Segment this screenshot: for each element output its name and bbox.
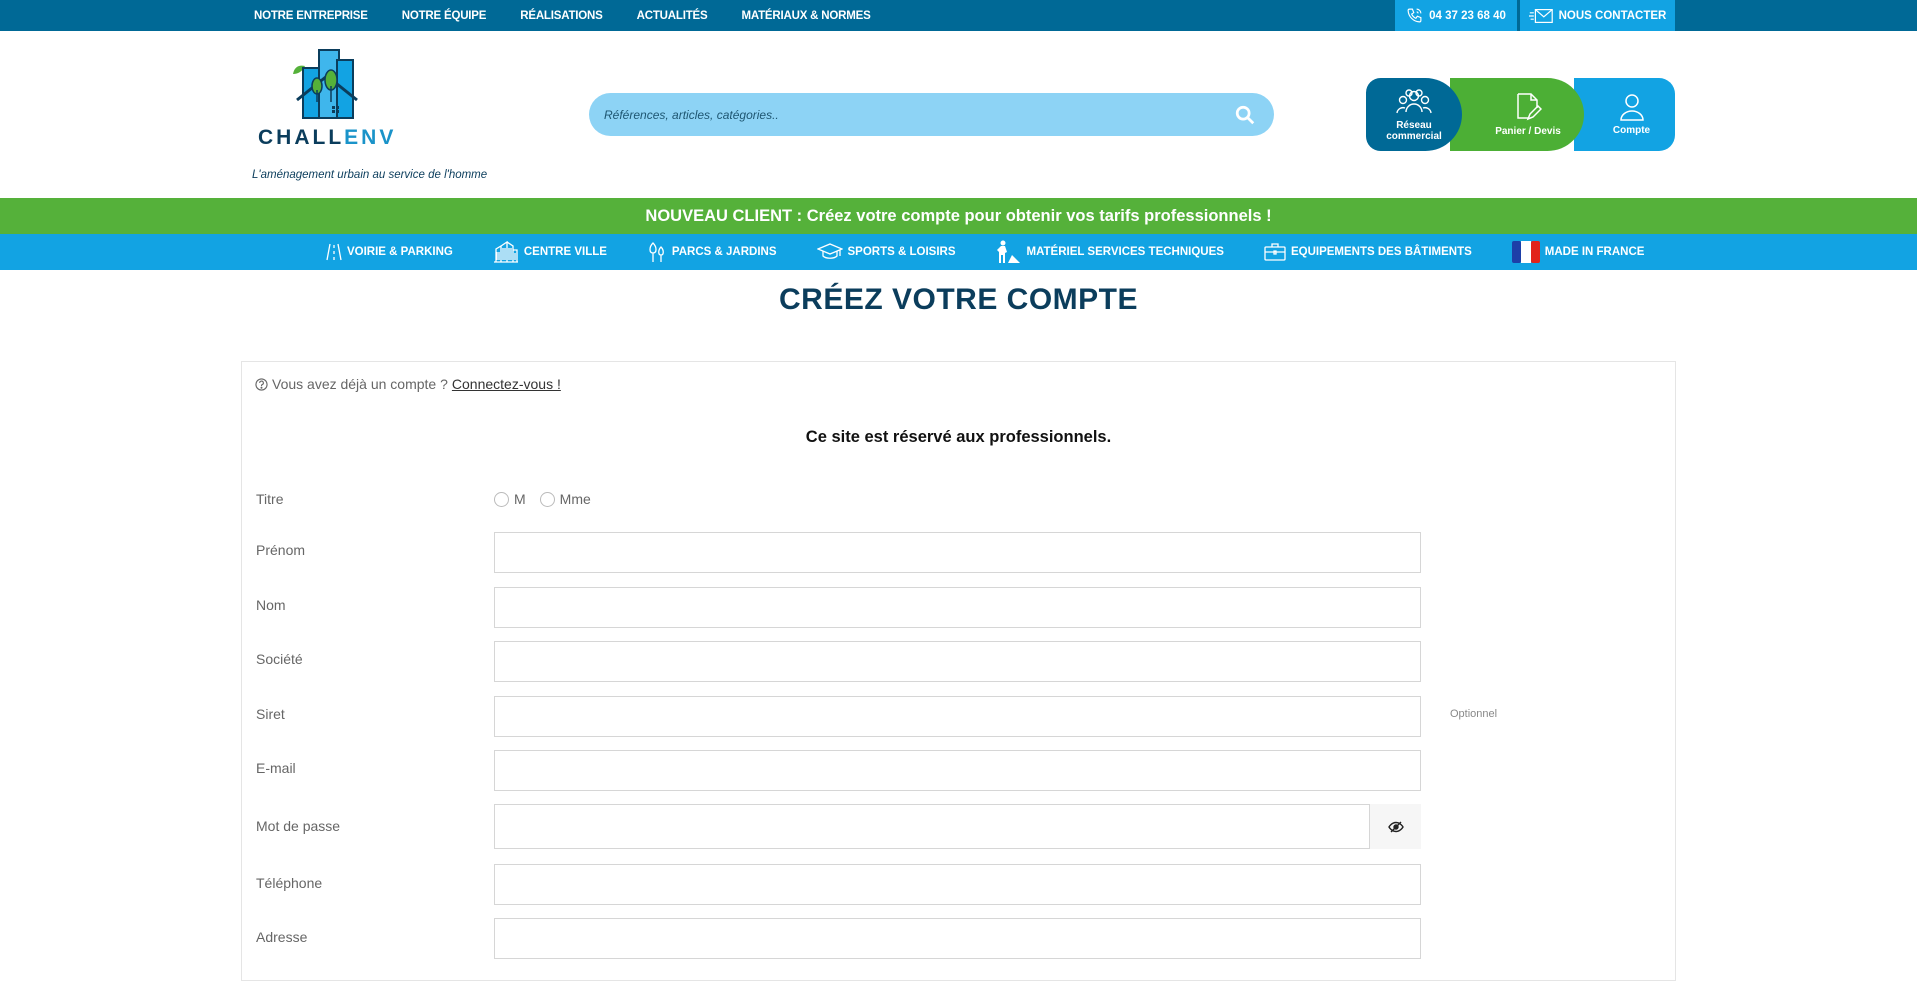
- siret-input[interactable]: [495, 697, 1420, 736]
- question-circle-icon: [255, 377, 268, 391]
- compte-button[interactable]: Compte: [1574, 78, 1675, 151]
- nav-notre-entreprise[interactable]: NOTRE ENTREPRISE: [254, 10, 368, 22]
- quote-edit-icon: [1517, 93, 1542, 121]
- nav-notre-equipe[interactable]: NOTRE ÉQUIPE: [402, 10, 487, 22]
- radio-mme[interactable]: [539, 491, 555, 507]
- prenom-input[interactable]: [495, 533, 1420, 572]
- email-label: E-mail: [256, 760, 296, 776]
- telephone-field[interactable]: [494, 864, 1421, 905]
- email-input[interactable]: [495, 751, 1420, 790]
- titre-radio-group: M Mme: [494, 491, 605, 507]
- top-bar: NOTRE ENTREPRISE NOTRE ÉQUIPE RÉALISATIO…: [0, 0, 1917, 31]
- category-materiel-services-techniques[interactable]: MATÉRIEL SERVICES TECHNIQUES: [996, 240, 1224, 264]
- telephone-label: Téléphone: [256, 875, 323, 891]
- building-icon: [493, 241, 518, 263]
- reseau-label-1: Réseau: [1396, 119, 1432, 131]
- team-icon: [1396, 88, 1432, 113]
- compte-label: Compte: [1612, 125, 1651, 136]
- contact-label: NOUS CONTACTER: [1558, 9, 1667, 22]
- nav-materiaux-normes[interactable]: MATÉRIAUX & NORMES: [741, 10, 870, 22]
- siret-field[interactable]: [494, 696, 1421, 737]
- adresse-field[interactable]: [494, 918, 1421, 959]
- societe-label: Société: [256, 651, 303, 667]
- login-link[interactable]: Connectez-vous !: [452, 376, 561, 392]
- reseau-commercial-button[interactable]: Réseau commercial: [1366, 78, 1462, 151]
- radio-m-label: M: [514, 491, 526, 507]
- trees-icon: [649, 242, 664, 262]
- titre-option-m[interactable]: M: [494, 491, 526, 507]
- panier-label: Panier / Devis: [1495, 126, 1561, 137]
- mail-icon: [1528, 8, 1553, 23]
- phone-number: 04 37 23 68 40: [1429, 9, 1506, 22]
- professionals-only-notice: Ce site est réservé aux professionnels.: [805, 428, 1112, 446]
- phone-icon: [1407, 8, 1422, 23]
- titre-option-mme[interactable]: Mme: [539, 491, 591, 507]
- already-text: Vous avez déjà un compte ?: [272, 376, 448, 392]
- category-label: MATÉRIEL SERVICES TECHNIQUES: [1026, 246, 1224, 258]
- worker-icon: [996, 240, 1020, 263]
- briefcase-icon: [1264, 243, 1286, 261]
- siret-label: Siret: [256, 706, 285, 722]
- password-input[interactable]: [495, 805, 1420, 848]
- contact-button[interactable]: NOUS CONTACTER: [1520, 0, 1675, 31]
- category-label: PARCS & JARDINS: [671, 246, 777, 258]
- category-sports-loisirs[interactable]: SPORTS & LOISIRS: [816, 243, 956, 261]
- nav-actualites[interactable]: ACTUALITÉS: [637, 10, 708, 22]
- titre-label: Titre: [256, 491, 284, 507]
- prenom-field[interactable]: [494, 532, 1421, 573]
- search-icon[interactable]: [1234, 104, 1256, 126]
- prenom-label: Prénom: [256, 542, 306, 558]
- radio-m[interactable]: [494, 491, 509, 507]
- nom-field[interactable]: [494, 587, 1421, 628]
- search-input[interactable]: [604, 107, 1204, 122]
- user-icon: [1619, 94, 1644, 121]
- category-made-in-france[interactable]: MADE IN FRANCE: [1511, 241, 1645, 263]
- graduation-cap-icon: [816, 243, 843, 259]
- panier-devis-button[interactable]: Panier / Devis: [1450, 78, 1584, 151]
- category-bar: VOIRIE & PARKING CENTRE VILLE PARCS & JA…: [0, 234, 1917, 270]
- nom-input[interactable]: [495, 588, 1420, 627]
- road-icon: [326, 243, 342, 261]
- tagline: L'aménagement urbain au service de l'hom…: [252, 169, 488, 181]
- category-label: MADE IN FRANCE: [1544, 246, 1645, 258]
- phone-button[interactable]: 04 37 23 68 40: [1395, 0, 1517, 31]
- show-password-button[interactable]: [1369, 804, 1421, 849]
- reseau-label-2: commercial: [1386, 130, 1442, 142]
- category-label: SPORTS & LOISIRS: [847, 246, 956, 258]
- top-nav: NOTRE ENTREPRISE NOTRE ÉQUIPE RÉALISATIO…: [254, 0, 905, 31]
- password-label: Mot de passe: [256, 818, 341, 834]
- logo-building-icon: [293, 49, 358, 119]
- telephone-input[interactable]: [495, 865, 1420, 904]
- siret-optional-hint: Optionnel: [1450, 708, 1498, 720]
- adresse-label: Adresse: [256, 929, 308, 945]
- societe-input[interactable]: [495, 642, 1420, 681]
- category-label: EQUIPEMENTS DES BÂTIMENTS: [1290, 246, 1472, 258]
- password-field[interactable]: [494, 804, 1421, 849]
- category-parcs-jardins[interactable]: PARCS & JARDINS: [647, 241, 777, 263]
- new-client-banner[interactable]: NOUVEAU CLIENT : Créez votre compte pour…: [0, 198, 1917, 234]
- page-title: CRÉEZ VOTRE COMPTE: [778, 283, 1139, 316]
- logo-main-text: CHALL: [258, 126, 345, 149]
- category-voirie-parking[interactable]: VOIRIE & PARKING: [326, 243, 453, 261]
- adresse-input[interactable]: [495, 919, 1420, 958]
- logo-wordmark: CHALLENV: [258, 126, 396, 150]
- societe-field[interactable]: [494, 641, 1421, 682]
- banner-text: NOUVEAU CLIENT : Créez votre compte pour…: [645, 206, 1272, 225]
- category-centre-ville[interactable]: CENTRE VILLE: [493, 241, 607, 263]
- eye-slash-icon: [1387, 821, 1404, 832]
- email-field[interactable]: [494, 750, 1421, 791]
- nom-label: Nom: [256, 597, 286, 613]
- logo-accent-text: ENV: [344, 126, 397, 149]
- search-bar: [589, 93, 1274, 136]
- category-equipements-batiments[interactable]: EQUIPEMENTS DES BÂTIMENTS: [1264, 243, 1472, 261]
- category-label: CENTRE VILLE: [523, 246, 607, 258]
- radio-mme-label: Mme: [559, 491, 591, 507]
- already-account-notice: Vous avez déjà un compte ? Connectez-vou…: [255, 376, 561, 392]
- nav-realisations[interactable]: RÉALISATIONS: [520, 10, 603, 22]
- france-flag-icon: [1511, 241, 1540, 263]
- category-label: VOIRIE & PARKING: [347, 246, 453, 258]
